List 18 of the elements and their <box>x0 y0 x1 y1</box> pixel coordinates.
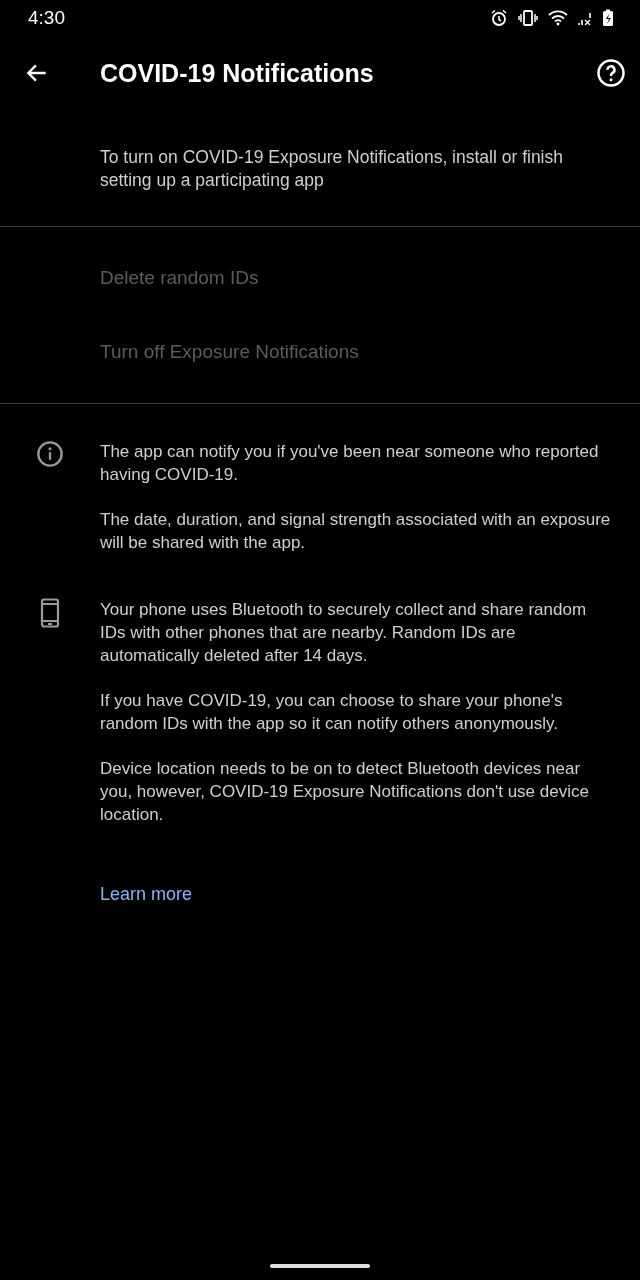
info-paragraph: If you have COVID-19, you can choose to share your phone's random IDs with the app so it can notify others anonymously. <box>100 690 564 735</box>
home-handle[interactable] <box>270 1264 370 1268</box>
info-paragraph: Your phone uses Bluetooth to securely collect and share random IDs with other phones that are nearby. Random IDs are automatically deleted after 14 days. <box>100 599 588 667</box>
info-paragraph: Device location needs to be on to detect Bluetooth devices near you, however, COVID-19 Exposure Notifications don't use device location. <box>100 758 590 826</box>
signal-icon <box>578 10 592 26</box>
info-paragraph: The app can notify you if you've been near someone who reported having COVID-19. <box>100 441 600 486</box>
vibrate-icon <box>518 9 538 27</box>
battery-icon <box>602 9 614 27</box>
learn-more-link[interactable]: Learn more <box>100 884 193 905</box>
info-paragraph: The date, duration, and signal strength associated with an exposure will be shared with the app. <box>100 509 612 554</box>
help-button[interactable] <box>596 58 626 88</box>
info-icon <box>36 440 64 468</box>
phone-icon <box>40 598 60 628</box>
status-time: 4:30 <box>28 7 65 29</box>
summary-text: To turn on COVID-19 Exposure Notifications, install or finish setting up a participating app <box>100 146 564 192</box>
screen-title: COVID-19 Notifications <box>100 58 375 88</box>
wifi-icon <box>548 10 568 26</box>
alarm-icon <box>490 9 508 27</box>
